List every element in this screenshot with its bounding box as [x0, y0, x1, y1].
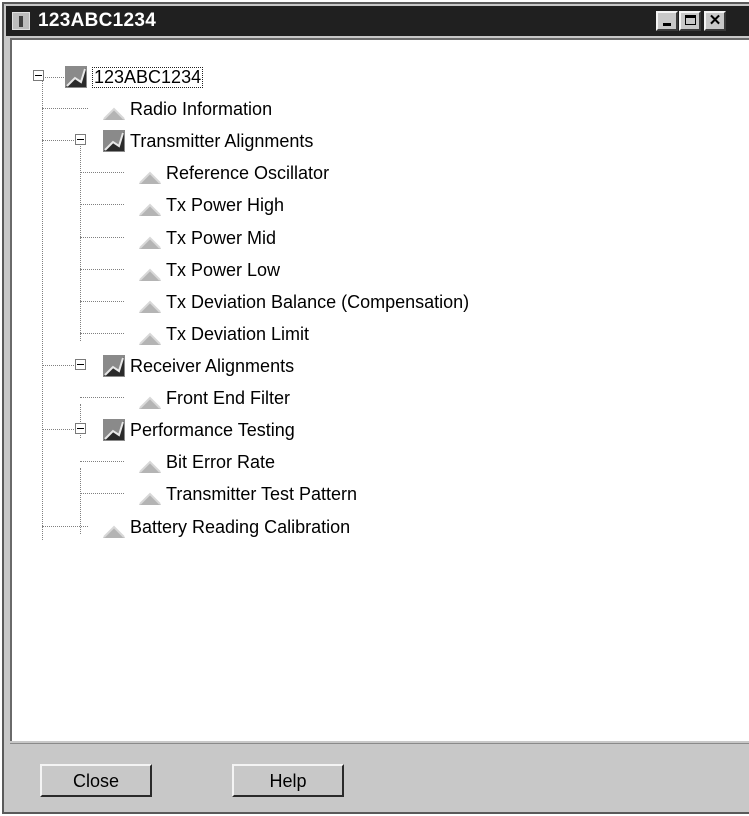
tree-item-label: Battery Reading Calibration [130, 516, 351, 537]
alignment-leaf-icon [103, 525, 125, 538]
tree-connector [80, 301, 124, 302]
tree-connector [80, 333, 124, 334]
alignment-leaf-icon [103, 107, 125, 120]
tree-item-front-end-filter[interactable]: Front End Filter [138, 383, 290, 413]
tree-connector [42, 526, 88, 527]
close-window-button[interactable]: ✕ [704, 11, 726, 31]
collapse-root-toggle[interactable] [33, 70, 44, 81]
tree-item-label: Radio Information [130, 98, 273, 119]
tree-item-tx-power-high[interactable]: Tx Power High [138, 190, 284, 220]
tree-item-tx-deviation-balance[interactable]: Tx Deviation Balance (Compensation) [138, 287, 469, 317]
maximize-icon [685, 15, 696, 25]
tree-item-performance-testing[interactable]: Performance Testing [102, 415, 295, 445]
alignment-leaf-icon [139, 203, 161, 216]
tree-connector [80, 237, 124, 238]
app-icon[interactable] [12, 12, 30, 30]
alignment-node-icon [65, 66, 87, 88]
maximize-button[interactable] [679, 11, 701, 31]
tree-item-label: Tx Power High [166, 194, 285, 215]
tree-item-label: Front End Filter [166, 387, 291, 408]
help-button[interactable]: Help [232, 764, 344, 797]
alignment-leaf-icon [139, 492, 161, 505]
alignment-leaf-icon [139, 171, 161, 184]
tree-connector [80, 204, 124, 205]
tree-item-transmitter-alignments[interactable]: Transmitter Alignments [102, 126, 313, 156]
alignment-tree[interactable]: 123ABC1234 Radio Information Transmitter… [10, 38, 749, 741]
title-bar[interactable]: 123ABC1234 ✕ [6, 6, 749, 36]
minimize-icon [663, 23, 671, 26]
tree-item-tx-power-mid[interactable]: Tx Power Mid [138, 223, 276, 253]
tree-connector [80, 269, 124, 270]
tree-item-radio-information[interactable]: Radio Information [102, 94, 272, 124]
collapse-receiver-toggle[interactable] [75, 359, 86, 370]
button-bar: Close Help [10, 743, 749, 800]
tree-item-receiver-alignments[interactable]: Receiver Alignments [102, 351, 294, 381]
tree-root-item[interactable]: 123ABC1234 [64, 62, 204, 92]
alignment-leaf-icon [139, 332, 161, 345]
alignment-node-icon [103, 355, 125, 377]
tree-connector [80, 468, 81, 534]
close-icon: ✕ [708, 12, 722, 29]
alignment-leaf-icon [139, 396, 161, 409]
minimize-button[interactable] [656, 11, 678, 31]
alignment-leaf-icon [139, 268, 161, 281]
tree-connector [80, 461, 124, 462]
tree-item-label: Transmitter Alignments [130, 130, 314, 151]
window-title: 123ABC1234 [38, 10, 157, 31]
tree-item-tx-power-low[interactable]: Tx Power Low [138, 255, 280, 285]
alignment-leaf-icon [139, 236, 161, 249]
tree-item-transmitter-test-pattern[interactable]: Transmitter Test Pattern [138, 479, 357, 509]
collapse-transmitter-toggle[interactable] [75, 134, 86, 145]
tree-item-label: Transmitter Test Pattern [166, 483, 358, 504]
tree-item-label: Tx Power Mid [166, 227, 277, 248]
collapse-performance-toggle[interactable] [75, 423, 86, 434]
alignment-leaf-icon [139, 300, 161, 313]
close-button[interactable]: Close [40, 764, 152, 797]
tree-item-tx-deviation-limit[interactable]: Tx Deviation Limit [138, 319, 309, 349]
tree-item-label: Receiver Alignments [130, 355, 295, 376]
tree-item-label: Tx Deviation Limit [166, 323, 310, 344]
tree-item-label: Tx Deviation Balance (Compensation) [166, 291, 470, 312]
tree-item-battery-reading-calibration[interactable]: Battery Reading Calibration [102, 512, 350, 542]
tree-connector [80, 493, 124, 494]
tree-item-bit-error-rate[interactable]: Bit Error Rate [138, 447, 275, 477]
tree-connector [42, 108, 88, 109]
tree-root-label: 123ABC1234 [92, 66, 204, 88]
tree-item-label: Reference Oscillator [166, 162, 330, 183]
alignment-node-icon [103, 130, 125, 152]
tree-connector [80, 172, 124, 173]
tree-item-reference-oscillator[interactable]: Reference Oscillator [138, 158, 329, 188]
alignment-window: 123ABC1234 ✕ 123ABC1234 Radio Informatio… [2, 2, 749, 814]
alignment-leaf-icon [139, 460, 161, 473]
tree-connector [42, 80, 43, 540]
tree-item-label: Bit Error Rate [166, 451, 276, 472]
tree-connector [80, 397, 124, 398]
tree-item-label: Tx Power Low [166, 259, 281, 280]
alignment-node-icon [103, 419, 125, 441]
tree-item-label: Performance Testing [130, 419, 295, 440]
tree-connector [80, 146, 81, 341]
